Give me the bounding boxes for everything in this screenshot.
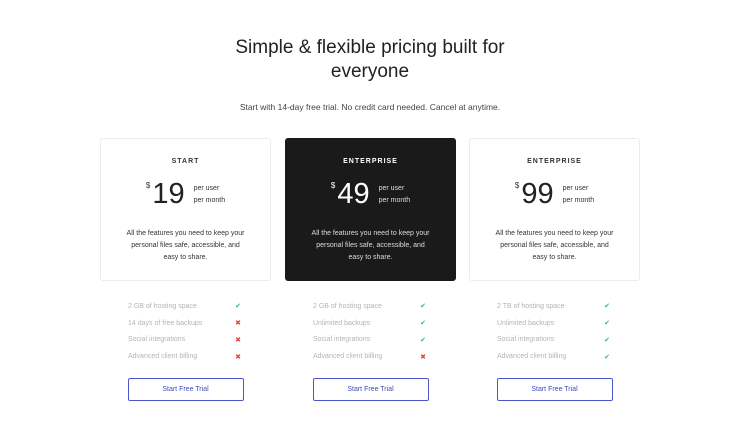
feature-label: Unlimited backups (497, 319, 555, 327)
plan-name: START (171, 158, 200, 165)
plan-card-enterprise: ENTERPRISE $ 99 per user per month All t… (469, 138, 640, 281)
plan-column-start: START $ 19 per user per month All the fe… (100, 138, 271, 402)
per-month-label: per month (562, 197, 595, 204)
price-amount: 49 (337, 178, 370, 210)
plan-description: All the features you need to keep your p… (126, 230, 245, 261)
feature-item: Social integrations ✔ (313, 332, 428, 349)
feature-item: 14 days of free backups ✖ (128, 315, 243, 332)
feature-label: 14 days of free backups (128, 319, 203, 327)
cross-icon: ✖ (420, 353, 426, 361)
feature-item: Advanced client billing ✔ (497, 348, 612, 365)
feature-label: Unlimited backups (313, 319, 371, 327)
feature-item: Social integrations ✔ (497, 332, 612, 349)
price: $ 99 per user per month (470, 179, 639, 211)
plan-description: All the features you need to keep your p… (311, 230, 430, 261)
price-period: per user per month (379, 183, 411, 207)
plan-name: ENTERPRISE (343, 158, 398, 165)
feature-list: 2 TB of hosting space ✔ Unlimited backups… (469, 298, 640, 365)
pricing-header: Simple & flexible pricing built for ever… (0, 36, 740, 112)
price-period: per user per month (563, 183, 595, 207)
price: $ 19 per user per month (101, 179, 270, 211)
cross-icon: ✖ (235, 353, 241, 361)
price-amount: 19 (152, 178, 185, 210)
check-icon: ✔ (604, 320, 610, 328)
feature-item: Social integrations ✖ (128, 332, 243, 349)
feature-label: 2 TB of hosting space (497, 302, 565, 310)
feature-item: Unlimited backups ✔ (313, 315, 428, 332)
page-title: Simple & flexible pricing built for ever… (235, 37, 505, 82)
currency-symbol: $ (514, 181, 520, 190)
per-user-label: per user (193, 185, 220, 192)
check-icon: ✔ (420, 320, 426, 328)
plan-column-enterprise: ENTERPRISE $ 49 per user per month All t… (285, 138, 456, 402)
plan-description: All the features you need to keep your p… (495, 230, 614, 261)
feature-item: Advanced client billing ✖ (128, 348, 243, 365)
check-icon: ✔ (604, 353, 610, 361)
per-month-label: per month (193, 197, 226, 204)
plan-card-enterprise-featured: ENTERPRISE $ 49 per user per month All t… (285, 138, 456, 281)
price: $ 49 per user per month (286, 179, 455, 211)
feature-label: Advanced client billing (313, 353, 383, 361)
start-free-trial-button[interactable]: Start Free Trial (496, 378, 613, 402)
currency-symbol: $ (330, 181, 336, 190)
per-month-label: per month (378, 197, 411, 204)
feature-label: Social integrations (497, 336, 555, 344)
page-subtitle: Start with 14-day free trial. No credit … (239, 102, 501, 112)
check-icon: ✔ (420, 336, 426, 344)
feature-label: 2 GB of hosting space (128, 302, 197, 310)
feature-item: Unlimited backups ✔ (497, 315, 612, 332)
price-period: per user per month (194, 183, 226, 207)
per-user-label: per user (562, 185, 589, 192)
feature-label: 2 GB of hosting space (313, 302, 382, 310)
start-free-trial-button[interactable]: Start Free Trial (127, 378, 244, 402)
plan-column-enterprise-plus: ENTERPRISE $ 99 per user per month All t… (469, 138, 640, 402)
price-amount: 99 (521, 178, 554, 210)
feature-label: Advanced client billing (128, 353, 198, 361)
feature-item: 2 TB of hosting space ✔ (497, 298, 612, 315)
cross-icon: ✖ (235, 336, 241, 344)
check-icon: ✔ (235, 303, 241, 311)
currency-symbol: $ (145, 181, 151, 190)
start-free-trial-button[interactable]: Start Free Trial (312, 378, 429, 402)
check-icon: ✔ (420, 303, 426, 311)
feature-item: 2 GB of hosting space ✔ (128, 298, 243, 315)
plan-card-start: START $ 19 per user per month All the fe… (100, 138, 271, 281)
feature-list: 2 GB of hosting space ✔ 14 days of free b… (100, 298, 271, 365)
feature-label: Advanced client billing (497, 353, 567, 361)
check-icon: ✔ (604, 336, 610, 344)
cross-icon: ✖ (235, 320, 241, 328)
feature-item: 2 GB of hosting space ✔ (313, 298, 428, 315)
feature-item: Advanced client billing ✖ (313, 348, 428, 365)
per-user-label: per user (378, 185, 405, 192)
check-icon: ✔ (604, 303, 610, 311)
plan-name: ENTERPRISE (527, 158, 582, 165)
feature-label: Social integrations (128, 336, 186, 344)
feature-label: Social integrations (313, 336, 371, 344)
feature-list: 2 GB of hosting space ✔ Unlimited backups… (285, 298, 456, 365)
